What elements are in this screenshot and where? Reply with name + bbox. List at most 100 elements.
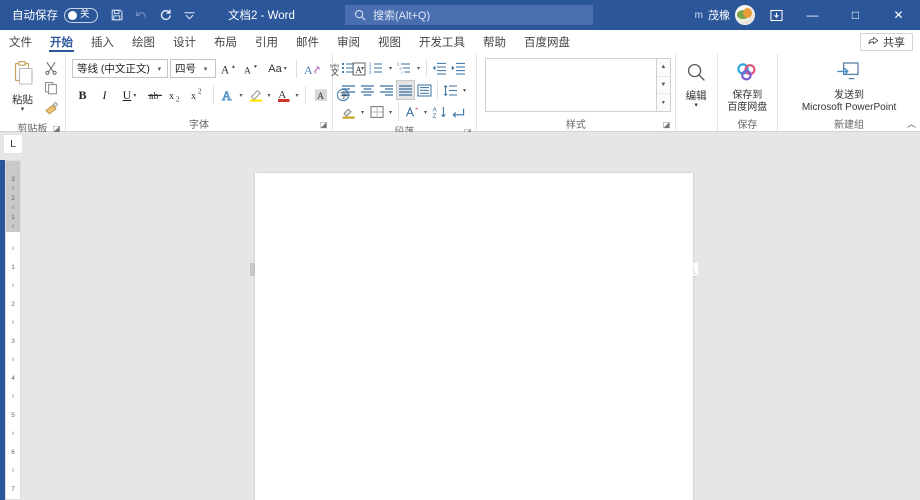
clear-formatting-button[interactable]: A [302, 58, 323, 79]
ribbon-display-options-icon[interactable] [761, 0, 791, 30]
tab-help[interactable]: 帮助 [474, 30, 515, 53]
editing-button[interactable]: 编辑 ▾ [680, 57, 713, 109]
paragraph-row-2: ▾ [337, 79, 469, 101]
tab-baidu-netdisk[interactable]: 百度网盘 [515, 30, 579, 53]
share-button[interactable]: 共享 [860, 33, 913, 51]
chevron-down-icon[interactable]: ▾ [284, 65, 287, 72]
redo-icon[interactable] [154, 4, 176, 26]
editing-chevron-down-icon[interactable]: ▾ [694, 102, 698, 109]
strikethrough-button[interactable]: ab [144, 85, 165, 106]
maximize-button[interactable]: □ [834, 0, 877, 30]
grow-font-button[interactable]: A [218, 58, 239, 79]
undo-icon[interactable] [130, 4, 152, 26]
distribute-button[interactable] [415, 80, 434, 100]
bullets-chevron-down-icon[interactable]: ▾ [358, 65, 367, 72]
format-painter-button[interactable] [41, 101, 61, 120]
close-button[interactable]: ✕ [877, 0, 920, 30]
group-new-body: 发送到 Microsoft PowerPoint [778, 57, 920, 116]
work-area: L 3ı2ı1ı ı1ı2ı3ı4ı5ı6ı7 6ı5ı4ı3ı2ı1ıı1ı2… [0, 132, 920, 500]
align-left-button[interactable] [339, 80, 358, 100]
show-marks-button[interactable] [402, 102, 421, 122]
tab-design[interactable]: 设计 [164, 30, 205, 53]
line-spacing-button[interactable] [441, 80, 460, 100]
styles-dialog-launcher-icon[interactable]: ◪ [663, 120, 672, 129]
cut-button[interactable] [41, 61, 61, 80]
borders-chevron-down-icon[interactable]: ▾ [386, 109, 395, 116]
tab-developer[interactable]: 开发工具 [410, 30, 474, 53]
styles-gallery[interactable] [485, 58, 657, 112]
document-text[interactable] [255, 173, 693, 233]
multilevel-list-button[interactable]: 1ai [395, 58, 414, 78]
chevron-down-icon[interactable]: ▾ [239, 92, 242, 99]
chevron-down-icon[interactable]: ▾ [133, 92, 136, 99]
highlight-color-button[interactable]: ▾ [246, 85, 273, 106]
align-right-button[interactable] [377, 80, 396, 100]
svg-text:A: A [221, 64, 230, 76]
tab-mailings[interactable]: 邮件 [287, 30, 328, 53]
chevron-down-icon[interactable]: ▾ [267, 92, 270, 99]
vertical-ruler[interactable]: 3ı2ı1ı ı1ı2ı3ı4ı5ı6ı7 [5, 160, 21, 500]
multilevel-chevron-down-icon[interactable]: ▾ [414, 65, 423, 72]
chevron-down-icon[interactable]: ▾ [295, 92, 298, 99]
customize-qat-icon[interactable] [178, 4, 200, 26]
font-size-combobox[interactable]: 四号 ▾ [170, 59, 216, 78]
character-shading-button[interactable]: A [310, 85, 331, 106]
autosave-toggle[interactable]: 关 [64, 8, 98, 23]
tab-insert[interactable]: 插入 [82, 30, 123, 53]
text-effects-button[interactable]: A▾ [218, 85, 245, 106]
italic-button[interactable]: I [94, 85, 115, 106]
search-input[interactable]: 搜索(Alt+Q) [345, 5, 593, 25]
paste-chevron-down-icon[interactable]: ▾ [21, 107, 25, 113]
decrease-indent-button[interactable] [430, 58, 449, 78]
font-name-value: 等线 (中文正文) [73, 61, 153, 76]
bold-button[interactable]: B [72, 85, 93, 106]
tab-stop-selector[interactable]: L [3, 134, 23, 154]
minimize-button[interactable]: — [791, 0, 834, 30]
account-button[interactable]: m 茂橡 [695, 5, 755, 25]
show-formatting-marks-button[interactable] [449, 102, 468, 122]
tab-file[interactable]: 文件 [0, 30, 41, 53]
underline-button[interactable]: U▾ [116, 85, 143, 106]
chevron-down-icon[interactable]: ▾ [153, 65, 166, 73]
shrink-font-button[interactable]: A [241, 58, 262, 79]
tab-view[interactable]: 视图 [369, 30, 410, 53]
tab-references[interactable]: 引用 [246, 30, 287, 53]
send-to-powerpoint-button[interactable]: 发送到 Microsoft PowerPoint [782, 57, 916, 114]
chevron-down-icon[interactable]: ▾ [199, 65, 212, 73]
collapse-ribbon-icon[interactable]: ︿ [907, 117, 916, 130]
styles-scroll-up-button[interactable]: ▲ [657, 59, 670, 77]
subscript-button[interactable]: x2 [166, 85, 187, 106]
increase-indent-button[interactable] [449, 58, 468, 78]
superscript-button[interactable]: x2 [188, 85, 209, 106]
styles-more-button[interactable]: ▾ [657, 94, 670, 111]
tab-review[interactable]: 审阅 [328, 30, 369, 53]
align-center-button[interactable] [358, 80, 377, 100]
paste-button[interactable]: 粘贴 ▾ [4, 57, 41, 113]
sort-button[interactable]: AZ [430, 102, 449, 122]
tab-draw[interactable]: 绘图 [123, 30, 164, 53]
tab-layout[interactable]: 布局 [205, 30, 246, 53]
justify-button[interactable] [396, 80, 415, 100]
save-to-baidu-netdisk-button[interactable]: 保存到 百度网盘 [722, 57, 774, 114]
borders-button[interactable] [367, 102, 386, 122]
bullets-button[interactable] [339, 58, 358, 78]
shading-chevron-down-icon[interactable]: ▾ [358, 109, 367, 116]
font-dialog-launcher-icon[interactable]: ◪ [320, 120, 329, 129]
page-1[interactable] [255, 173, 693, 500]
avatar[interactable] [735, 5, 755, 25]
show-marks-chevron-down-icon[interactable]: ▾ [421, 109, 430, 116]
save-icon[interactable] [106, 4, 128, 26]
font-color-button[interactable]: A▾ [274, 85, 301, 106]
copy-button[interactable] [41, 81, 61, 100]
share-icon [868, 36, 879, 49]
numbering-chevron-down-icon[interactable]: ▾ [386, 65, 395, 72]
search-icon [354, 9, 366, 21]
numbering-button[interactable]: 123 [367, 58, 386, 78]
ruler-tick: ı [12, 320, 14, 327]
change-case-button[interactable]: Aa▾ [264, 58, 291, 79]
shading-button[interactable] [339, 102, 358, 122]
styles-scroll-down-button[interactable]: ▼ [657, 77, 670, 95]
tab-home[interactable]: 开始 [41, 30, 82, 53]
font-name-combobox[interactable]: 等线 (中文正文) ▾ [72, 59, 168, 78]
line-spacing-chevron-down-icon[interactable]: ▾ [460, 87, 469, 94]
